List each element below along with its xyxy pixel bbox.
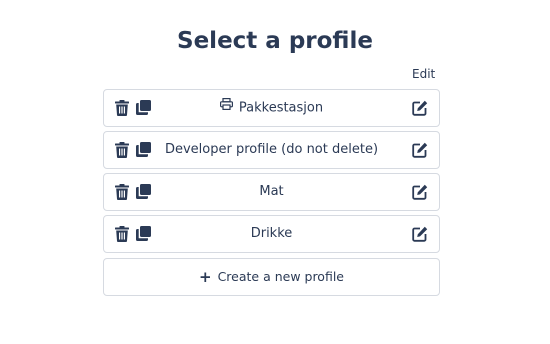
edit-icon[interactable]	[412, 142, 428, 158]
create-profile-label: Create a new profile	[217, 269, 344, 284]
profile-card[interactable]: Mat	[103, 173, 440, 211]
profile-name: Mat	[259, 184, 284, 199]
trash-icon[interactable]	[115, 184, 130, 200]
profile-card[interactable]: Developer profile (do not delete)	[103, 131, 440, 169]
trash-icon[interactable]	[115, 226, 130, 242]
profile-name: Drikke	[250, 226, 293, 241]
profile-list: Pakkestasjon Developer profile (do not d…	[103, 89, 440, 257]
edit-icon[interactable]	[412, 100, 428, 116]
edit-icon[interactable]	[412, 184, 428, 200]
profile-card[interactable]: Drikke	[103, 215, 440, 253]
profile-name: Pakkestasjon	[238, 100, 324, 116]
page-title: Select a profile	[177, 28, 373, 54]
printer-icon	[219, 89, 233, 125]
create-profile-button[interactable]: + Create a new profile	[103, 258, 440, 296]
trash-icon[interactable]	[115, 100, 130, 116]
plus-icon: +	[198, 268, 212, 286]
copy-icon[interactable]	[136, 100, 151, 116]
copy-icon[interactable]	[136, 142, 151, 158]
edit-link[interactable]: Edit	[412, 67, 435, 81]
copy-icon[interactable]	[136, 226, 151, 242]
profile-card[interactable]: Pakkestasjon	[103, 89, 440, 127]
copy-icon[interactable]	[136, 184, 151, 200]
trash-icon[interactable]	[115, 142, 130, 158]
profile-name: Developer profile (do not delete)	[164, 142, 379, 157]
edit-icon[interactable]	[412, 226, 428, 242]
